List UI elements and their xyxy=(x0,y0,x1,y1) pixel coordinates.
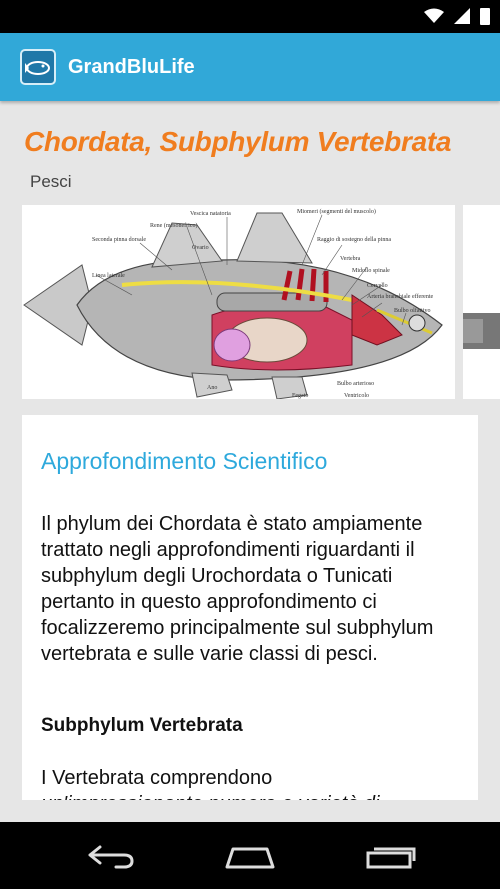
card-paragraph-3: un'impressionante numero e varietà di xyxy=(41,791,471,800)
svg-text:Midollo spinale: Midollo spinale xyxy=(352,268,390,274)
card-paragraph-2: I Vertebrata comprendono xyxy=(41,767,273,789)
fish-anatomy-diagram[interactable]: Vescica natatoria Miomeri (segmenti del … xyxy=(22,205,455,399)
svg-text:Ventricolo: Ventricolo xyxy=(344,393,369,399)
svg-text:Ano: Ano xyxy=(207,385,217,391)
back-icon[interactable] xyxy=(83,840,139,872)
card-subheading: Subphylum Vertebrata xyxy=(41,715,243,736)
svg-text:Seconda pinna dorsale: Seconda pinna dorsale xyxy=(92,237,146,243)
recents-icon[interactable] xyxy=(362,840,418,872)
app-title: GrandBluLife xyxy=(68,55,195,78)
svg-text:Linea laterale: Linea laterale xyxy=(92,273,125,279)
page-title: Chordata, Subphylum Vertebrata xyxy=(24,126,452,157)
battery-icon xyxy=(480,8,490,25)
wifi-icon xyxy=(424,8,444,23)
second-gallery-image[interactable] xyxy=(463,205,500,399)
signal-icon xyxy=(454,8,470,24)
svg-text:Arteria branchiale efferente: Arteria branchiale efferente xyxy=(367,293,434,300)
home-icon[interactable] xyxy=(222,840,278,872)
svg-text:Ovario: Ovario xyxy=(192,245,209,251)
navigation-bar xyxy=(0,822,500,889)
svg-text:Fegato: Fegato xyxy=(292,393,308,399)
svg-text:Vescica natatoria: Vescica natatoria xyxy=(190,211,231,217)
svg-text:Miomeri (segmenti del muscolo): Miomeri (segmenti del muscolo) xyxy=(297,208,376,215)
svg-text:Vertebra: Vertebra xyxy=(340,256,361,262)
svg-text:Cervello: Cervello xyxy=(367,283,388,289)
image-gallery[interactable]: Vescica natatoria Miomeri (segmenti del … xyxy=(22,205,500,399)
svg-text:Bulbo arterioso: Bulbo arterioso xyxy=(337,381,374,387)
card-paragraph: Il phylum dei Chordata è stato ampiament… xyxy=(41,513,434,665)
action-bar: GrandBluLife xyxy=(0,33,500,101)
grandblulife-logo-icon[interactable] xyxy=(20,49,56,85)
science-card: Approfondimento Scientifico Il phylum de… xyxy=(22,415,478,800)
card-heading: Approfondimento Scientifico xyxy=(41,448,328,474)
status-bar xyxy=(0,0,500,33)
svg-text:Bulbo olfattivo: Bulbo olfattivo xyxy=(394,307,431,314)
page-subtitle: Pesci xyxy=(30,172,72,191)
svg-text:Rene (mesonefrico): Rene (mesonefrico) xyxy=(150,222,197,229)
svg-text:Raggio di sostegno della pinna: Raggio di sostegno della pinna xyxy=(317,237,391,243)
